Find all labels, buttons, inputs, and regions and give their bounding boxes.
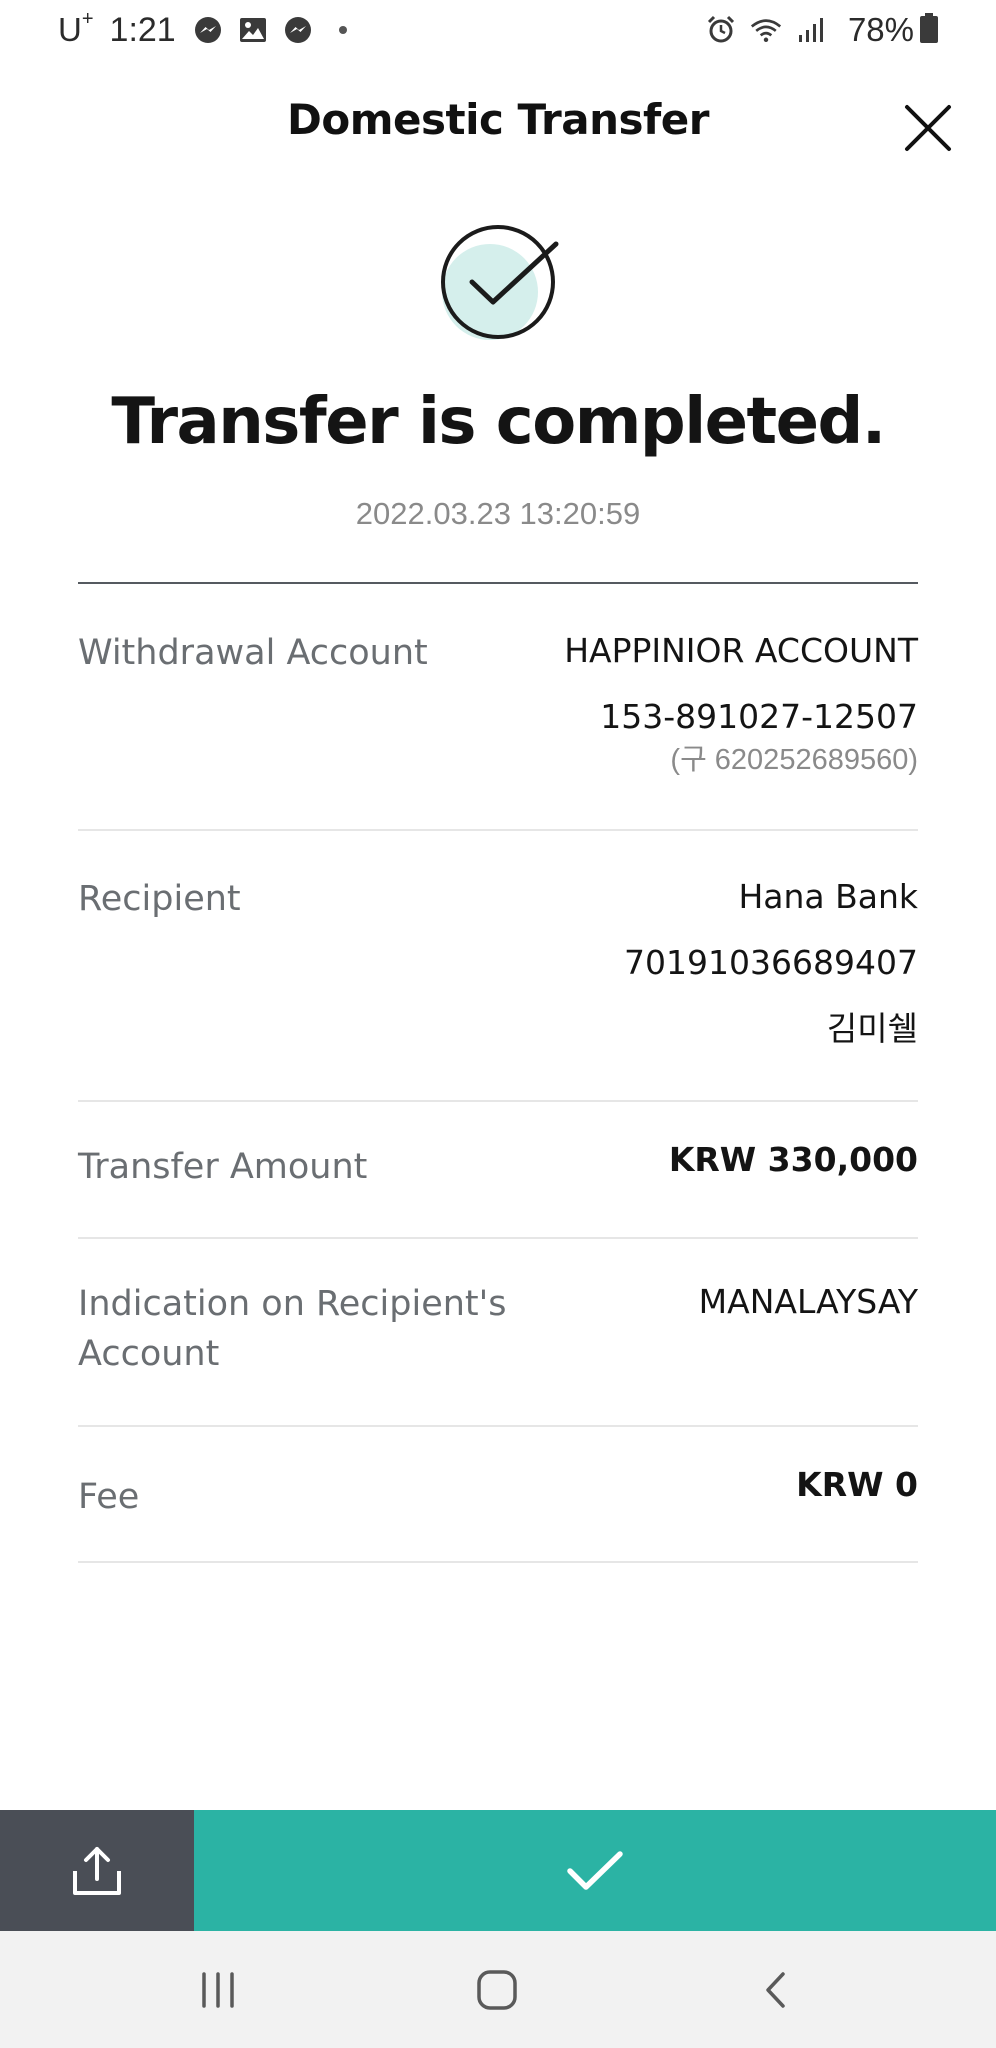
fee-row: Fee KRW 0 <box>78 1427 918 1563</box>
recipient-values: Hana Bank 70191036689407 김미쉘 <box>624 874 918 1052</box>
transfer-amount-values: KRW 330,000 <box>669 1137 918 1183</box>
close-button[interactable] <box>900 100 956 156</box>
withdrawal-account-row: Withdrawal Account HAPPINIOR ACCOUNT 153… <box>78 584 918 831</box>
indication-label: Indication on Recipient's Account <box>78 1284 507 1374</box>
back-button[interactable] <box>716 1931 836 2048</box>
alarm-icon <box>705 14 737 46</box>
system-nav-bar <box>0 1931 996 2048</box>
withdrawal-account-number: 153-891027-12507 <box>600 697 918 736</box>
status-time: 1:21 <box>109 10 176 49</box>
recipient-name: 김미쉘 <box>826 1009 918 1048</box>
fee-value: KRW 0 <box>796 1465 918 1504</box>
recent-apps-icon <box>202 1971 234 2008</box>
back-icon <box>766 1971 785 2008</box>
transfer-timestamp: 2022.03.23 13:20:59 <box>355 496 641 531</box>
transfer-amount-row: Transfer Amount KRW 330,000 <box>78 1102 918 1239</box>
bottom-action-bar <box>0 1810 996 1931</box>
status-bar: U+ 1:21 78% <box>0 0 996 60</box>
status-left: U+ 1:21 <box>58 8 347 52</box>
indication-value: MANALAYSAY <box>698 1282 918 1321</box>
transfer-amount-label: Transfer Amount <box>78 1147 368 1187</box>
carrier-label: U+ <box>58 8 94 48</box>
recipient-label: Recipient <box>78 879 241 919</box>
close-icon <box>905 105 951 151</box>
gallery-icon <box>237 14 269 46</box>
share-button[interactable] <box>0 1810 194 1931</box>
wifi-icon <box>750 14 782 46</box>
indication-row: Indication on Recipient's Account MANALA… <box>78 1239 918 1427</box>
recipient-row: Recipient Hana Bank 70191036689407 김미쉘 <box>78 831 918 1102</box>
fee-label: Fee <box>78 1477 140 1517</box>
recent-apps-button[interactable] <box>158 1931 278 2048</box>
messenger-icon <box>282 14 314 46</box>
messenger-icon <box>192 14 224 46</box>
recipient-account-number: 70191036689407 <box>624 943 918 982</box>
signal-icon <box>795 14 827 46</box>
transfer-details: Withdrawal Account HAPPINIOR ACCOUNT 153… <box>78 582 918 1563</box>
confirm-button[interactable] <box>194 1810 996 1931</box>
withdrawal-account-name: HAPPINIOR ACCOUNT <box>564 631 918 670</box>
more-notifications-dot <box>338 26 347 34</box>
transfer-amount-value: KRW 330,000 <box>668 1140 918 1179</box>
withdrawal-old-account-number: (구 620252689560) <box>670 744 918 776</box>
fee-values: KRW 0 <box>796 1462 918 1508</box>
status-right: 78% <box>705 8 938 52</box>
completion-headline: Transfer is completed. <box>111 385 886 459</box>
battery-icon <box>920 13 938 47</box>
share-icon <box>73 1846 121 1895</box>
home-button[interactable] <box>437 1931 557 2048</box>
withdrawal-account-values: HAPPINIOR ACCOUNT 153-891027-12507 (구 62… <box>564 628 918 780</box>
home-icon <box>477 1969 517 2010</box>
check-circle-icon <box>430 222 570 352</box>
battery-percent: 78% <box>847 11 914 48</box>
indication-values: MANALAYSAY <box>699 1279 918 1325</box>
check-icon <box>567 1850 623 1890</box>
recipient-bank: Hana Bank <box>738 877 918 916</box>
page-title: Domestic Transfer <box>287 95 709 144</box>
withdrawal-account-label: Withdrawal Account <box>78 633 428 673</box>
